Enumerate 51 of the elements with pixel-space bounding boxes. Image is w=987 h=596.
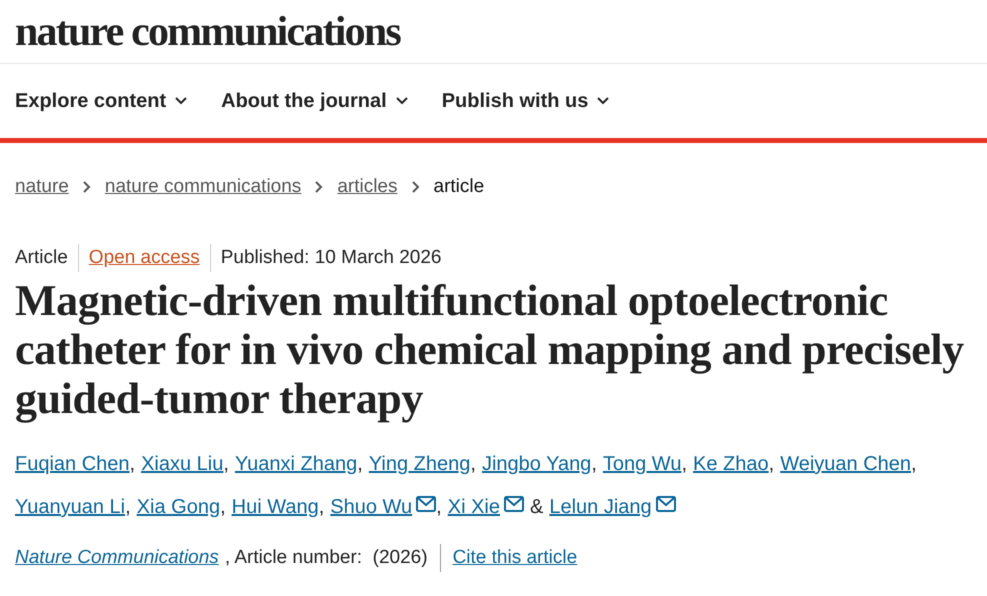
separator: , — [470, 452, 476, 477]
author-link[interactable]: Hui Wang — [232, 486, 319, 529]
published-date: Published: 10 March 2026 — [220, 247, 442, 269]
author-link[interactable]: Xiaxu Liu — [141, 443, 224, 486]
journal-logo[interactable]: nature communications — [15, 10, 400, 52]
breadcrumb-link[interactable]: nature — [15, 176, 69, 198]
author-link[interactable]: Jingbo Yang — [482, 443, 592, 486]
breadcrumb-link[interactable]: nature communications — [104, 176, 302, 198]
author-link[interactable]: Yuanyuan Li — [15, 486, 126, 529]
separator: , — [591, 452, 597, 477]
chevron-down-icon — [175, 97, 188, 105]
author-link[interactable]: Ying Zheng — [368, 443, 470, 486]
nav-menu-button[interactable]: About the journal — [221, 90, 408, 112]
separator: , — [681, 452, 688, 477]
separator: , — [220, 495, 226, 520]
breadcrumb-current: article — [434, 176, 484, 198]
separator: , — [130, 452, 136, 477]
author-link[interactable]: Yuanxi Zhang — [234, 443, 358, 486]
chevron-right-icon — [82, 181, 91, 193]
separator: , — [768, 452, 774, 477]
separator: , — [911, 452, 917, 477]
separator: , — [357, 452, 363, 477]
separator: & — [530, 495, 544, 520]
author-link[interactable]: Weiyuan Chen — [780, 443, 912, 486]
nav-menu-button[interactable]: Explore content — [15, 90, 188, 112]
chevron-down-icon — [396, 97, 408, 105]
author-link[interactable]: Fuqian Chen — [15, 443, 130, 486]
mail-icon — [416, 496, 436, 512]
article-number: , Article number: (2026) — [224, 547, 428, 569]
author-link[interactable]: Ke Zhao — [693, 443, 769, 486]
article-type: Article — [15, 247, 68, 269]
journal-link[interactable]: Nature Communications — [15, 547, 219, 569]
cite-link[interactable]: Cite this article — [452, 547, 578, 569]
author-link[interactable]: Shuo Wu — [330, 486, 436, 529]
author-link[interactable]: Tong Wu — [602, 443, 682, 486]
separator: , — [318, 495, 324, 520]
mail-icon — [656, 496, 676, 512]
article-title: Magnetic-driven multifunctional optoelectronic catheter for in vivo chemical mapping and precisely guided-tumor therapy — [15, 276, 965, 423]
chevron-right-icon — [315, 181, 324, 193]
separator: , — [125, 495, 131, 520]
author-link[interactable]: Xia Gong — [136, 486, 220, 529]
chevron-right-icon — [412, 181, 420, 193]
chevron-down-icon — [597, 97, 610, 105]
separator: , — [223, 452, 229, 477]
open-access-link[interactable]: Open access — [88, 247, 200, 269]
nav-menu-button[interactable]: Publish with us — [442, 90, 610, 112]
author-link[interactable]: Xi Xie — [448, 486, 524, 529]
mail-icon — [504, 496, 524, 512]
breadcrumb-link[interactable]: articles — [337, 176, 398, 198]
author-link[interactable]: Lelun Jiang — [549, 486, 676, 529]
separator: , — [436, 495, 442, 520]
